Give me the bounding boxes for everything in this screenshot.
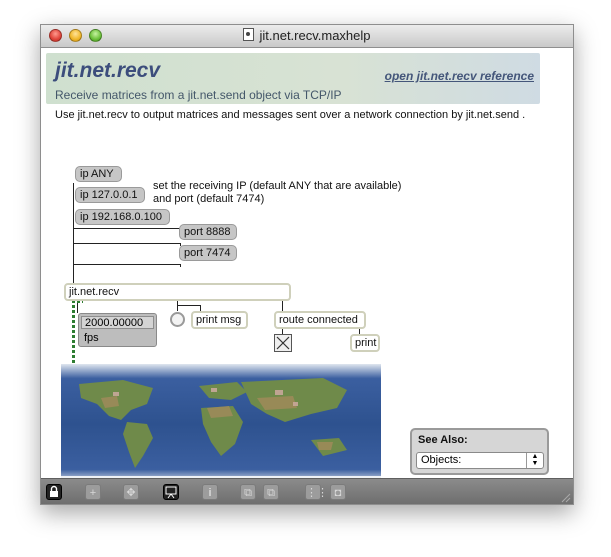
route-connected-object[interactable]: route connected <box>274 311 366 329</box>
patch-cord <box>177 305 201 306</box>
patch-cord <box>73 243 181 244</box>
description-text: Use jit.net.recv to output matrices and … <box>55 109 526 121</box>
message-port-7474[interactable]: port 7474 <box>179 245 237 261</box>
message-ip-lan[interactable]: ip 192.168.0.100 <box>75 209 170 225</box>
snap-icon[interactable]: ◘ <box>330 484 346 500</box>
fps-unit-label: fps <box>84 332 99 344</box>
ip-port-comment: set the receiving IP (default ANY that a… <box>153 180 401 206</box>
toggle-x-icon <box>276 336 290 350</box>
bang-button[interactable] <box>170 312 185 327</box>
message-ip-any[interactable]: ip ANY <box>75 166 122 182</box>
inspector-icon[interactable]: i <box>202 484 218 500</box>
add-icon[interactable]: + <box>85 484 101 500</box>
resize-grip-icon[interactable] <box>559 491 571 503</box>
paste-icon[interactable]: ⧉ <box>263 484 279 500</box>
patch-cord <box>73 228 181 229</box>
patch-cord <box>180 264 181 267</box>
message-ip-localhost[interactable]: ip 127.0.0.1 <box>75 187 145 203</box>
world-map-image <box>61 364 381 484</box>
print-object[interactable]: print <box>350 334 380 352</box>
document-icon <box>243 28 255 41</box>
patcher-toolbar: + ✥ i ⧉ ⧉ ⋮⋮ ◘ <box>41 478 573 504</box>
copy-icon[interactable]: ⧉ <box>240 484 256 500</box>
see-also-label: See Also: <box>418 434 468 446</box>
print-msg-object[interactable]: print msg <box>191 311 248 329</box>
help-title: jit.net.recv <box>55 59 161 82</box>
patcher-canvas: jit.net.recv Receive matrices from a jit… <box>41 48 573 484</box>
title-bar[interactable]: jit.net.recv.maxhelp <box>41 25 573 48</box>
fps-number-box[interactable]: 2000.00000 fps <box>78 313 157 347</box>
window-title-group: jit.net.recv.maxhelp <box>41 28 573 43</box>
patch-cord <box>282 300 283 311</box>
window-title: jit.net.recv.maxhelp <box>259 28 371 43</box>
help-subtitle: Receive matrices from a jit.net.send obj… <box>55 88 342 102</box>
jit-pwindow-matrix-display[interactable] <box>61 364 381 484</box>
message-port-8888[interactable]: port 8888 <box>179 224 237 240</box>
see-also-menu[interactable]: Objects: ▲ ▼ <box>416 452 544 469</box>
comment-line-1: set the receiving IP (default ANY that a… <box>153 180 402 192</box>
lock-icon[interactable] <box>46 484 62 500</box>
see-also-panel: See Also: Objects: ▲ ▼ <box>410 428 549 475</box>
grid-icon[interactable]: ⋮⋮ <box>305 484 328 500</box>
patch-cord <box>73 264 181 265</box>
updown-arrows-icon: ▲ ▼ <box>526 453 543 468</box>
matrix-patch-cord <box>72 300 75 366</box>
connected-toggle[interactable] <box>274 334 292 352</box>
jit-net-recv-object[interactable]: jit.net.recv <box>64 283 291 301</box>
open-reference-link[interactable]: open jit.net.recv reference <box>385 69 534 83</box>
move-icon[interactable]: ✥ <box>123 484 139 500</box>
patch-cord <box>73 183 74 283</box>
comment-line-2: and port (default 7474) <box>153 193 265 205</box>
help-patcher-window: jit.net.recv.maxhelp jit.net.recv Receiv… <box>40 24 574 505</box>
help-header-panel: jit.net.recv Receive matrices from a jit… <box>46 53 540 104</box>
fps-value[interactable]: 2000.00000 <box>81 316 154 329</box>
see-also-selected: Objects: <box>421 454 462 466</box>
presentation-icon[interactable] <box>163 484 179 500</box>
